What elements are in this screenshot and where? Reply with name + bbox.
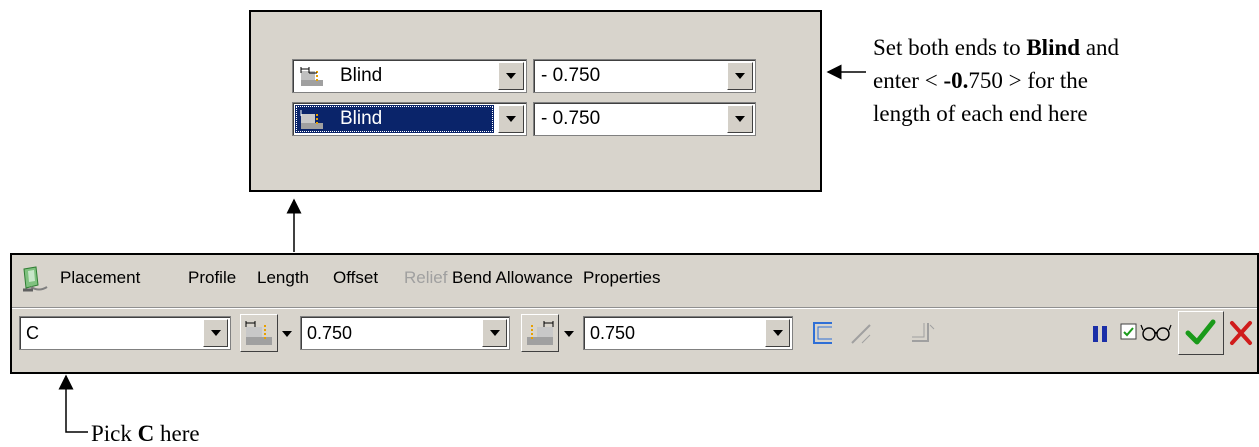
relief-icon — [912, 323, 935, 342]
depth-blind-icon — [527, 321, 554, 345]
dropdown-arrow-icon[interactable] — [482, 319, 507, 347]
dropdown-arrow-icon[interactable] — [727, 62, 753, 90]
tab-properties[interactable]: Properties — [583, 268, 660, 288]
dropdown-arrow-icon[interactable] — [498, 62, 524, 90]
side1-length-value: 0.750 — [307, 323, 353, 343]
side1-value-combo[interactable]: - 0.750 — [533, 59, 756, 93]
instruction-note: Set both ends to Blind and enter < -0.75… — [873, 31, 1259, 130]
note-line-2: enter < -0.750 > for the — [873, 68, 1088, 93]
tab-relief: Relief — [404, 268, 448, 287]
side2-depth-dropdown-icon[interactable] — [564, 331, 574, 337]
shape-value: C — [26, 323, 39, 343]
checkmark-icon — [1185, 319, 1216, 345]
side2-depth-label: Blind — [340, 108, 383, 129]
pick-c-note: Pick C here — [91, 421, 200, 446]
side2-depth-combo[interactable]: Blind — [292, 102, 527, 136]
side2-value-combo[interactable]: - 0.750 — [533, 102, 756, 136]
dashboard-menubar: Placement Profile Length Offset Relief B… — [12, 255, 1257, 307]
profile-side-icon[interactable] — [810, 319, 836, 347]
side2-length-combo[interactable]: 0.750 — [583, 316, 793, 350]
side1-depth-label: Blind — [340, 65, 383, 86]
dropdown-arrow-icon[interactable] — [765, 319, 790, 347]
depth-blind-icon — [300, 110, 323, 129]
side1-value: - 0.750 — [541, 65, 601, 86]
depth-blind-icon — [245, 321, 272, 345]
close-icon[interactable] — [1228, 319, 1254, 347]
tab-profile[interactable]: Profile — [188, 268, 236, 288]
ok-button[interactable] — [1178, 311, 1224, 355]
menubar-divider — [12, 307, 1257, 309]
side2-depth-button[interactable] — [521, 314, 559, 352]
shape-combo[interactable]: C — [19, 316, 231, 350]
app-feature-icon — [23, 266, 48, 292]
note-line-3: length of each end here — [873, 101, 1088, 126]
side1-depth-combo[interactable]: Blind — [292, 59, 527, 93]
side1-depth-dropdown-icon[interactable] — [282, 331, 292, 337]
miter-icon[interactable] — [848, 319, 874, 347]
side2-length-value: 0.750 — [590, 323, 636, 343]
feature-dashboard: Placement Profile Length Offset Relief B… — [10, 253, 1259, 374]
dropdown-arrow-icon[interactable] — [498, 105, 524, 133]
preview-glasses-icon[interactable] — [1140, 322, 1172, 342]
pause-icon[interactable] — [1092, 325, 1108, 343]
tab-offset[interactable]: Offset — [333, 268, 378, 288]
preview-checkbox[interactable] — [1120, 323, 1138, 341]
dropdown-arrow-icon[interactable] — [727, 105, 753, 133]
tab-placement[interactable]: Placement — [60, 268, 140, 288]
arrow-pick-c — [58, 374, 88, 433]
tab-bend-allowance[interactable]: Bend Allowance — [452, 268, 573, 288]
dropdown-arrow-icon[interactable] — [203, 319, 228, 347]
side2-value: - 0.750 — [541, 108, 601, 129]
side1-depth-button[interactable] — [240, 314, 278, 352]
depth-blind-icon — [300, 67, 323, 86]
note-line-1: Set both ends to Blind and — [873, 35, 1120, 60]
tab-length[interactable]: Length — [257, 268, 309, 288]
side1-length-combo[interactable]: 0.750 — [300, 316, 510, 350]
callout-panel: Blind - 0.750 Blind - 0.750 — [249, 10, 822, 192]
